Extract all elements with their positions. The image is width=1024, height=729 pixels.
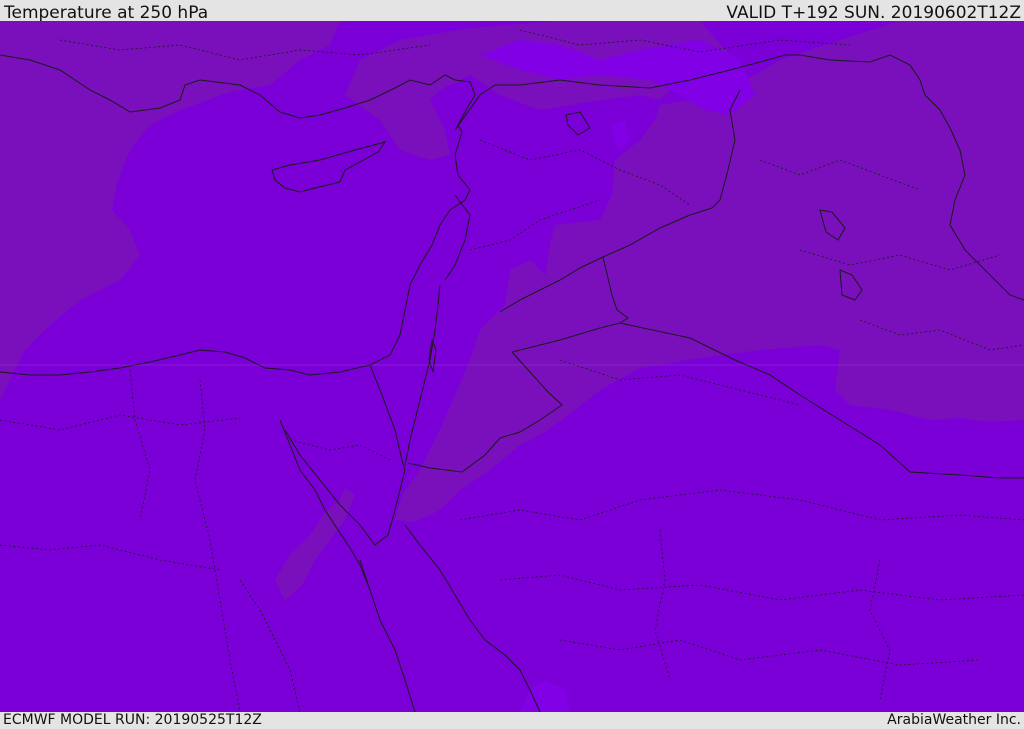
credit-label: ArabiaWeather Inc.: [887, 712, 1021, 728]
header-bar: Temperature at 250 hPa VALID T+192 SUN. …: [0, 0, 1024, 23]
weather-map[interactable]: [0, 21, 1024, 712]
model-run-label: ECMWF MODEL RUN: 20190525T12Z: [3, 712, 262, 728]
footer-bar: ECMWF MODEL RUN: 20190525T12Z ArabiaWeat…: [0, 712, 1024, 729]
